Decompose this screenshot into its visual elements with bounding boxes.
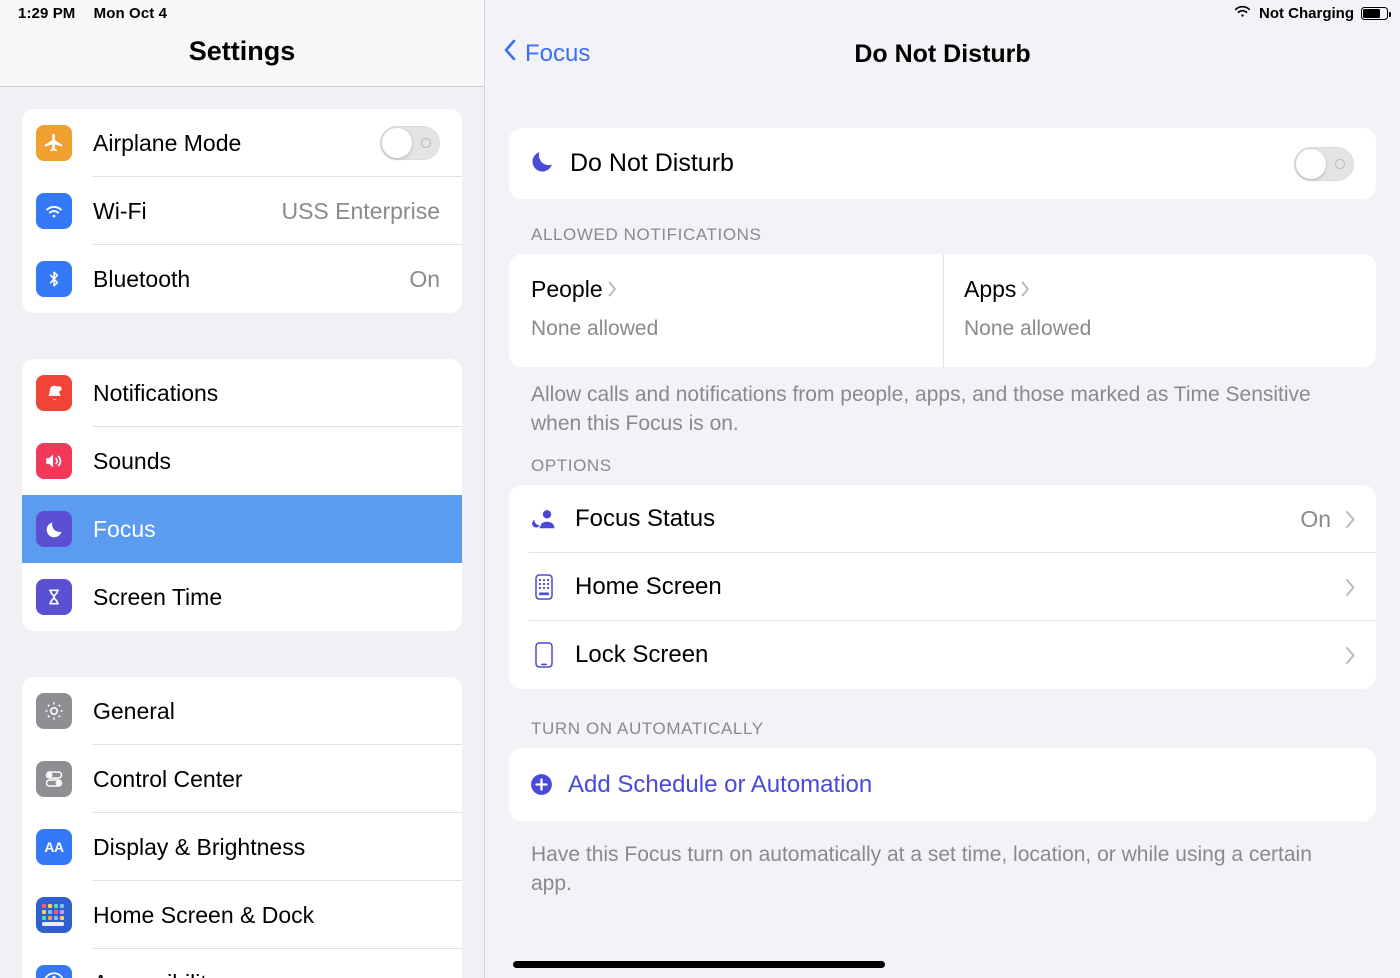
sidebar-scroll-area[interactable]: Airplane Mode Wi-Fi USS Enterprise Bluet… bbox=[0, 87, 484, 978]
sidebar-item-label: Accessibility bbox=[93, 970, 462, 978]
chevron-right-icon bbox=[608, 276, 617, 303]
detail-title: Do Not Disturb bbox=[854, 40, 1031, 68]
apps-label: Apps bbox=[964, 276, 1017, 302]
option-row-lock-screen[interactable]: Lock Screen bbox=[509, 621, 1376, 689]
sidebar-item-label: Focus bbox=[93, 515, 156, 542]
sidebar-item-value: On bbox=[409, 265, 440, 292]
sidebar-group-alerts: Notifications Sounds Focus Screen Time bbox=[22, 359, 462, 631]
detail-header: Focus Do Not Disturb bbox=[485, 0, 1400, 87]
add-schedule-label: Add Schedule or Automation bbox=[568, 770, 873, 798]
display-brightness-icon: AA bbox=[36, 829, 72, 865]
allowed-notifications-card: People None allowed Apps None allowed bbox=[509, 254, 1376, 367]
plus-circle-icon bbox=[529, 772, 554, 797]
chevron-right-icon bbox=[1345, 646, 1356, 665]
settings-sidebar: 1:29 PM Mon Oct 4 Settings Airplane Mode bbox=[0, 0, 485, 978]
sidebar-item-display-brightness[interactable]: AA Display & Brightness bbox=[22, 813, 462, 881]
do-not-disturb-card: Do Not Disturb bbox=[509, 128, 1376, 199]
option-label: Home Screen bbox=[575, 573, 722, 601]
toggle-knob bbox=[382, 128, 412, 158]
options-card: Focus Status On Home Screen Lock Screen bbox=[509, 485, 1376, 690]
people-cell[interactable]: People None allowed bbox=[509, 254, 943, 367]
sidebar-item-value: USS Enterprise bbox=[281, 197, 440, 224]
sidebar-item-label: Control Center bbox=[93, 765, 243, 792]
moon-icon bbox=[529, 148, 556, 180]
sidebar-item-airplane-mode[interactable]: Airplane Mode bbox=[22, 109, 462, 177]
do-not-disturb-label: Do Not Disturb bbox=[570, 149, 734, 177]
sidebar-item-control-center[interactable]: Control Center bbox=[22, 745, 462, 813]
sidebar-item-label: Home Screen & Dock bbox=[93, 901, 315, 928]
status-bar-left: 1:29 PM Mon Oct 4 bbox=[18, 5, 167, 22]
bell-icon bbox=[36, 375, 72, 411]
focus-status-icon bbox=[529, 505, 559, 533]
sidebar-group-system: General Control Center AA Display & Brig… bbox=[22, 677, 462, 978]
home-screen-icon bbox=[529, 573, 559, 601]
sidebar-item-home-screen-dock[interactable]: Home Screen & Dock bbox=[22, 881, 462, 949]
sidebar-header: 1:29 PM Mon Oct 4 Settings bbox=[0, 0, 484, 87]
toggle-off-indicator bbox=[421, 138, 431, 148]
airplane-mode-toggle[interactable] bbox=[380, 126, 440, 160]
add-schedule-or-automation-button[interactable]: Add Schedule or Automation bbox=[509, 748, 1376, 821]
sidebar-item-bluetooth[interactable]: Bluetooth On bbox=[22, 245, 462, 313]
option-label: Lock Screen bbox=[575, 641, 709, 669]
gear-icon bbox=[36, 693, 72, 729]
people-header: People bbox=[531, 276, 943, 303]
toggle-off-indicator bbox=[1335, 158, 1345, 169]
wifi-icon bbox=[36, 193, 72, 229]
option-label: Focus Status bbox=[575, 505, 716, 533]
turn-on-automatically-card: Add Schedule or Automation bbox=[509, 748, 1376, 822]
control-center-icon bbox=[36, 761, 72, 797]
detail-pane: Not Charging Focus Do Not Disturb Do Not… bbox=[485, 0, 1400, 978]
sidebar-item-label: General bbox=[93, 697, 175, 724]
home-screen-dock-icon bbox=[36, 897, 72, 933]
option-row-focus-status[interactable]: Focus Status On bbox=[509, 485, 1376, 554]
status-time: 1:29 PM bbox=[18, 5, 76, 22]
sidebar-item-label: Screen Time bbox=[93, 583, 223, 610]
option-row-home-screen[interactable]: Home Screen bbox=[509, 553, 1376, 622]
sidebar-item-wifi[interactable]: Wi-Fi USS Enterprise bbox=[22, 177, 462, 245]
sidebar-item-general[interactable]: General bbox=[22, 677, 462, 745]
home-indicator[interactable] bbox=[513, 961, 885, 968]
people-label: People bbox=[531, 276, 603, 302]
allowed-notifications-section-title: Allowed Notifications bbox=[531, 225, 762, 244]
sidebar-item-label: Sounds bbox=[93, 447, 172, 474]
speaker-icon bbox=[36, 443, 72, 479]
sidebar-item-label: Display & Brightness bbox=[93, 833, 306, 860]
turn-on-automatically-footnote: Have this Focus turn on automatically at… bbox=[531, 843, 1312, 895]
do-not-disturb-row[interactable]: Do Not Disturb bbox=[509, 128, 1376, 199]
lock-screen-icon bbox=[529, 641, 559, 669]
do-not-disturb-toggle[interactable] bbox=[1294, 146, 1354, 181]
chevron-right-icon bbox=[1345, 510, 1356, 529]
sidebar-item-label: Airplane Mode bbox=[93, 129, 242, 156]
sidebar-item-screen-time[interactable]: Screen Time bbox=[22, 563, 462, 631]
turn-on-automatically-section-title: Turn On Automatically bbox=[531, 719, 764, 739]
page-title: Settings bbox=[188, 36, 296, 66]
sidebar-group-connectivity: Airplane Mode Wi-Fi USS Enterprise Bluet… bbox=[22, 109, 462, 313]
sidebar-item-label: Notifications bbox=[93, 379, 219, 406]
airplane-icon bbox=[36, 125, 72, 161]
chevron-right-icon bbox=[1345, 578, 1356, 597]
sidebar-item-notifications[interactable]: Notifications bbox=[22, 359, 462, 427]
apps-value: None allowed bbox=[964, 317, 1092, 340]
sidebar-item-sounds[interactable]: Sounds bbox=[22, 427, 462, 495]
bluetooth-icon bbox=[36, 261, 72, 297]
sidebar-item-label: Wi-Fi bbox=[93, 197, 147, 224]
status-date: Mon Oct 4 bbox=[93, 5, 168, 22]
allowed-notifications-footnote: Allow calls and notifications from peopl… bbox=[531, 383, 1311, 435]
detail-scroll-area[interactable]: Do Not Disturb Allowed Notifications Peo… bbox=[485, 87, 1400, 978]
people-value: None allowed bbox=[531, 317, 659, 340]
toggle-knob bbox=[1296, 148, 1326, 179]
apps-header: Apps bbox=[964, 276, 1376, 303]
option-value: On bbox=[1300, 505, 1331, 532]
options-section-title: Options bbox=[531, 456, 612, 476]
sidebar-item-accessibility[interactable]: Accessibility bbox=[22, 949, 462, 978]
apps-cell[interactable]: Apps None allowed bbox=[943, 254, 1376, 367]
sidebar-item-focus[interactable]: Focus bbox=[22, 495, 462, 563]
hourglass-icon bbox=[36, 579, 72, 615]
moon-icon bbox=[36, 511, 72, 547]
accessibility-icon bbox=[36, 965, 72, 978]
ipad-settings-screen: 1:29 PM Mon Oct 4 Settings Airplane Mode bbox=[0, 0, 1400, 978]
chevron-right-icon bbox=[1021, 276, 1030, 303]
sidebar-item-label: Bluetooth bbox=[93, 265, 191, 292]
